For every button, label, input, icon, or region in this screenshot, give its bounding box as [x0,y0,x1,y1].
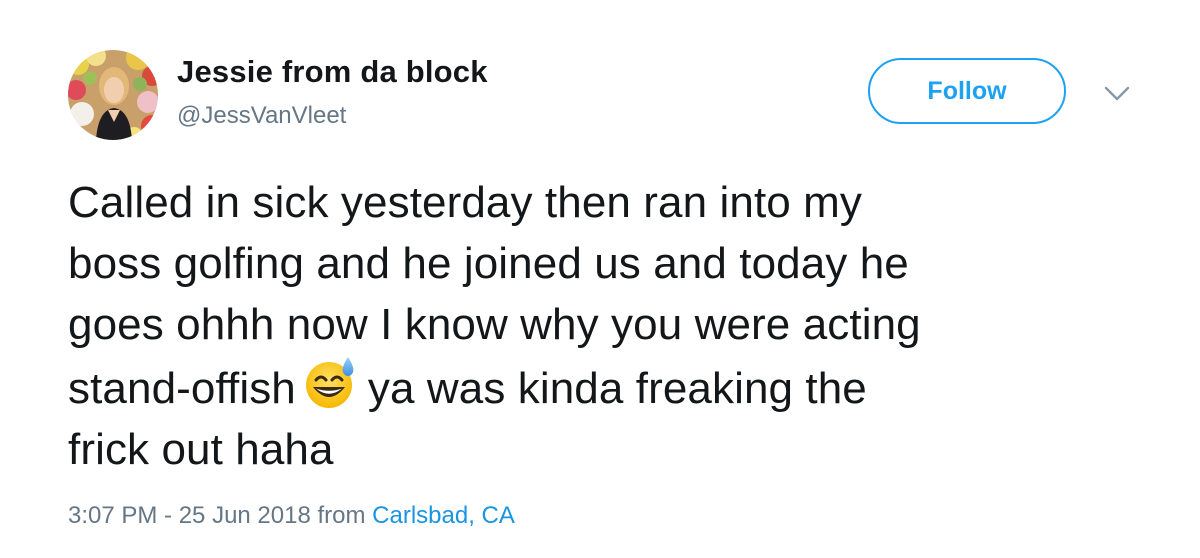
grinning-face-with-sweat-icon [302,355,358,411]
tweet-line: boss golfing and he joined us and today … [68,239,909,288]
avatar[interactable] [68,50,158,140]
tweet-timestamp[interactable]: 3:07 PM - 25 Jun 2018 [68,502,311,529]
from-label: from [317,502,366,529]
tweet-line: goes ohhh now I know why you were acting [68,300,921,349]
tweet-line-part: ya was kinda freaking the [367,364,867,413]
tweet-line: frick out haha [68,425,334,474]
tweet-line-part: stand-offish [68,364,296,413]
location-link[interactable]: Carlsbad, CA [372,502,515,529]
display-name[interactable]: Jessie from da block [177,54,488,90]
tweet-line: Called in sick yesterday then ran into m… [68,178,863,227]
tweet-line: stand-offish ya was kinda freaking the [68,355,1148,419]
avatar-image [68,50,158,140]
tweet-card: Jessie from da block @JessVanVleet Follo… [0,0,1200,558]
chevron-down-icon[interactable] [1102,84,1132,104]
tweet-text: Called in sick yesterday then ran into m… [68,172,1148,480]
user-handle[interactable]: @JessVanVleet [177,102,346,130]
follow-button[interactable]: Follow [868,58,1066,124]
tweet-meta: 3:07 PM - 25 Jun 2018 from Carlsbad, CA [68,502,515,530]
